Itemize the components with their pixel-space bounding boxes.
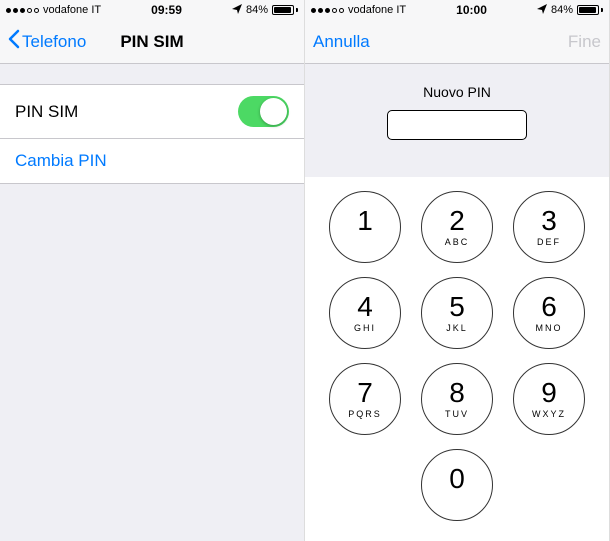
settings-list: PIN SIM Cambia PIN bbox=[0, 84, 304, 184]
key-letters: JKL bbox=[446, 323, 468, 333]
key-digit: 6 bbox=[541, 293, 557, 321]
status-bar: vodafone IT 09:59 84% bbox=[0, 0, 304, 20]
pin-label: Nuovo PIN bbox=[423, 84, 491, 100]
toggle-knob bbox=[260, 98, 287, 125]
location-icon bbox=[537, 4, 547, 17]
location-icon bbox=[232, 4, 242, 17]
chevron-left-icon bbox=[8, 29, 20, 54]
battery-pct-label: 84% bbox=[551, 4, 573, 16]
key-letters: GHI bbox=[354, 323, 376, 333]
key-digit: 5 bbox=[449, 293, 465, 321]
battery-icon bbox=[577, 5, 603, 15]
row-pin-sim: PIN SIM bbox=[0, 85, 304, 139]
key-digit: 0 bbox=[449, 465, 465, 493]
key-digit: 9 bbox=[541, 379, 557, 407]
key-letters: WXYZ bbox=[532, 409, 566, 419]
signal-icon bbox=[6, 8, 39, 13]
status-bar: vodafone IT 10:00 84% bbox=[305, 0, 609, 20]
key-blank bbox=[513, 449, 585, 521]
carrier-label: vodafone IT bbox=[43, 4, 101, 16]
back-label: Telefono bbox=[22, 32, 86, 52]
back-button[interactable]: Telefono bbox=[8, 29, 86, 54]
battery-pct-label: 84% bbox=[246, 4, 268, 16]
pin-input[interactable] bbox=[387, 110, 527, 140]
key-digit: 7 bbox=[357, 379, 373, 407]
pin-sim-toggle[interactable] bbox=[238, 96, 289, 127]
battery-icon bbox=[272, 5, 298, 15]
key-letters: DEF bbox=[537, 237, 561, 247]
key-7[interactable]: 7 PQRS bbox=[329, 363, 401, 435]
key-digit: 2 bbox=[449, 207, 465, 235]
status-left: vodafone IT bbox=[311, 4, 406, 16]
key-5[interactable]: 5 JKL bbox=[421, 277, 493, 349]
key-digit: 3 bbox=[541, 207, 557, 235]
settings-screen: vodafone IT 09:59 84% Telefono PIN SIM bbox=[0, 0, 305, 541]
row-label: Cambia PIN bbox=[15, 151, 107, 171]
carrier-label: vodafone IT bbox=[348, 4, 406, 16]
key-blank bbox=[329, 449, 401, 521]
key-0[interactable]: 0 bbox=[421, 449, 493, 521]
status-right: 84% bbox=[232, 4, 298, 17]
key-9[interactable]: 9 WXYZ bbox=[513, 363, 585, 435]
key-digit: 1 bbox=[357, 207, 373, 235]
row-cambia-pin[interactable]: Cambia PIN bbox=[0, 139, 304, 183]
signal-icon bbox=[311, 8, 344, 13]
key-4[interactable]: 4 GHI bbox=[329, 277, 401, 349]
key-6[interactable]: 6 MNO bbox=[513, 277, 585, 349]
key-letters: TUV bbox=[445, 409, 469, 419]
key-digit: 8 bbox=[449, 379, 465, 407]
key-digit: 4 bbox=[357, 293, 373, 321]
key-8[interactable]: 8 TUV bbox=[421, 363, 493, 435]
key-letters: ABC bbox=[445, 237, 470, 247]
nav-bar: Annulla Fine bbox=[305, 20, 609, 64]
nav-bar: Telefono PIN SIM bbox=[0, 20, 304, 64]
pin-area: Nuovo PIN bbox=[305, 64, 609, 140]
done-button[interactable]: Fine bbox=[568, 32, 601, 52]
clock-label: 10:00 bbox=[456, 3, 487, 17]
status-left: vodafone IT bbox=[6, 4, 101, 16]
key-1[interactable]: 1 bbox=[329, 191, 401, 263]
keypad: 1 2 ABC 3 DEF 4 GHI 5 JKL 6 MNO 7 PQRS 8 bbox=[305, 177, 609, 541]
key-3[interactable]: 3 DEF bbox=[513, 191, 585, 263]
pin-entry-screen: vodafone IT 10:00 84% Annulla Fine Nuovo… bbox=[305, 0, 610, 541]
cancel-button[interactable]: Annulla bbox=[313, 32, 370, 52]
key-letters: PQRS bbox=[348, 409, 382, 419]
key-2[interactable]: 2 ABC bbox=[421, 191, 493, 263]
row-label: PIN SIM bbox=[15, 102, 78, 122]
status-right: 84% bbox=[537, 4, 603, 17]
key-letters: MNO bbox=[536, 323, 563, 333]
clock-label: 09:59 bbox=[151, 3, 182, 17]
